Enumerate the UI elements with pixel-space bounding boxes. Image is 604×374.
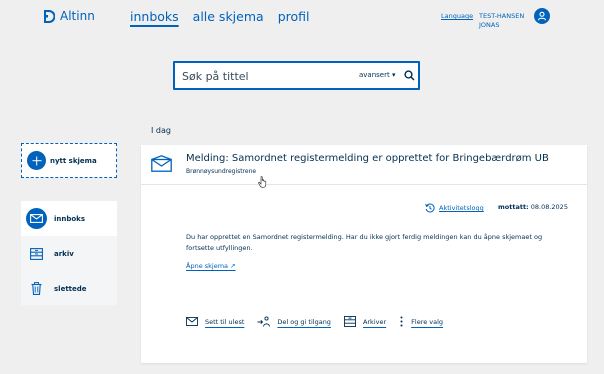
search-input[interactable] (182, 68, 352, 84)
action-label: Arkiver (362, 317, 387, 326)
sidebar-item-innboks[interactable]: innboks (21, 201, 117, 236)
trash-icon (26, 278, 47, 299)
search-box: avansert ▾ (173, 61, 420, 90)
sidebar-item-label: arkiv (54, 249, 74, 258)
day-group-label: I dag (151, 126, 171, 135)
envelope-icon (186, 317, 198, 326)
mark-unread-button[interactable]: Sett til ulest (186, 316, 244, 327)
nav-innboks[interactable]: innboks (130, 9, 179, 24)
user-icon (537, 11, 547, 21)
user-name-line2: JONAS (479, 21, 500, 29)
message-sender: Brønnøysundregistrene (186, 168, 257, 175)
message-header[interactable]: Melding: Samordnet registermelding er op… (141, 145, 587, 188)
search-icon[interactable] (404, 70, 415, 81)
received-date: mottatt: 08.08.2025 (498, 203, 568, 211)
message-body: Du har opprettet en Samordnet registerme… (186, 233, 543, 252)
action-label: Del og gi tilgang (277, 317, 331, 326)
message-title[interactable]: Melding: Samordnet registermelding er op… (186, 153, 549, 164)
history-icon (425, 203, 435, 213)
received-value: 08.08.2025 (530, 203, 568, 211)
action-label: Sett til ulest (205, 317, 245, 326)
nav-alle-skjema[interactable]: alle skjema (193, 9, 264, 24)
advanced-search-toggle[interactable]: avansert ▾ (359, 71, 395, 79)
sidebar: innboks arkiv slettede (21, 201, 117, 305)
avatar[interactable] (534, 8, 550, 24)
archive-button[interactable]: Arkiver (343, 316, 387, 327)
plus-icon (27, 151, 46, 170)
envelope-icon (26, 208, 47, 229)
more-vertical-icon (400, 316, 403, 327)
language-link[interactable]: Language (441, 12, 473, 20)
nav-profil[interactable]: profil (278, 9, 310, 24)
open-form-link[interactable]: Åpne skjema ↗ (186, 262, 236, 270)
altinn-logo-icon (44, 9, 55, 23)
share-access-button[interactable]: Del og gi tilgang (257, 316, 331, 327)
sidebar-item-label: slettede (54, 284, 87, 293)
activity-log-label: Aktivitetslogg (439, 204, 484, 212)
sidebar-item-label: innboks (54, 214, 86, 223)
top-navigation: innboks alle skjema profil (130, 9, 309, 24)
action-label: Flere valg (411, 317, 444, 326)
share-icon (257, 316, 271, 327)
received-label: mottatt: (498, 203, 529, 211)
archive-icon (26, 243, 47, 264)
user-name-line1: TEST-HANSEN (479, 12, 525, 20)
user-name[interactable]: TEST-HANSEN JONAS (479, 12, 529, 30)
message-actions: Sett til ulest Del og gi tilgang Arkiver (186, 316, 456, 327)
more-options-button[interactable]: Flere valg (399, 316, 443, 327)
sidebar-item-slettede[interactable]: slettede (21, 271, 117, 306)
new-form-button[interactable]: nytt skjema (21, 143, 117, 178)
new-form-label: nytt skjema (50, 156, 97, 165)
sidebar-item-arkiv[interactable]: arkiv (21, 236, 117, 271)
archive-icon (343, 316, 356, 327)
envelope-icon (151, 155, 172, 172)
logo-text: Altinn (60, 9, 95, 23)
message-card: Melding: Samordnet registermelding er op… (141, 145, 587, 363)
activity-log-link[interactable]: Aktivitetslogg (425, 203, 484, 213)
altinn-logo[interactable]: Altinn (44, 9, 95, 23)
hand-cursor-icon (258, 176, 267, 188)
